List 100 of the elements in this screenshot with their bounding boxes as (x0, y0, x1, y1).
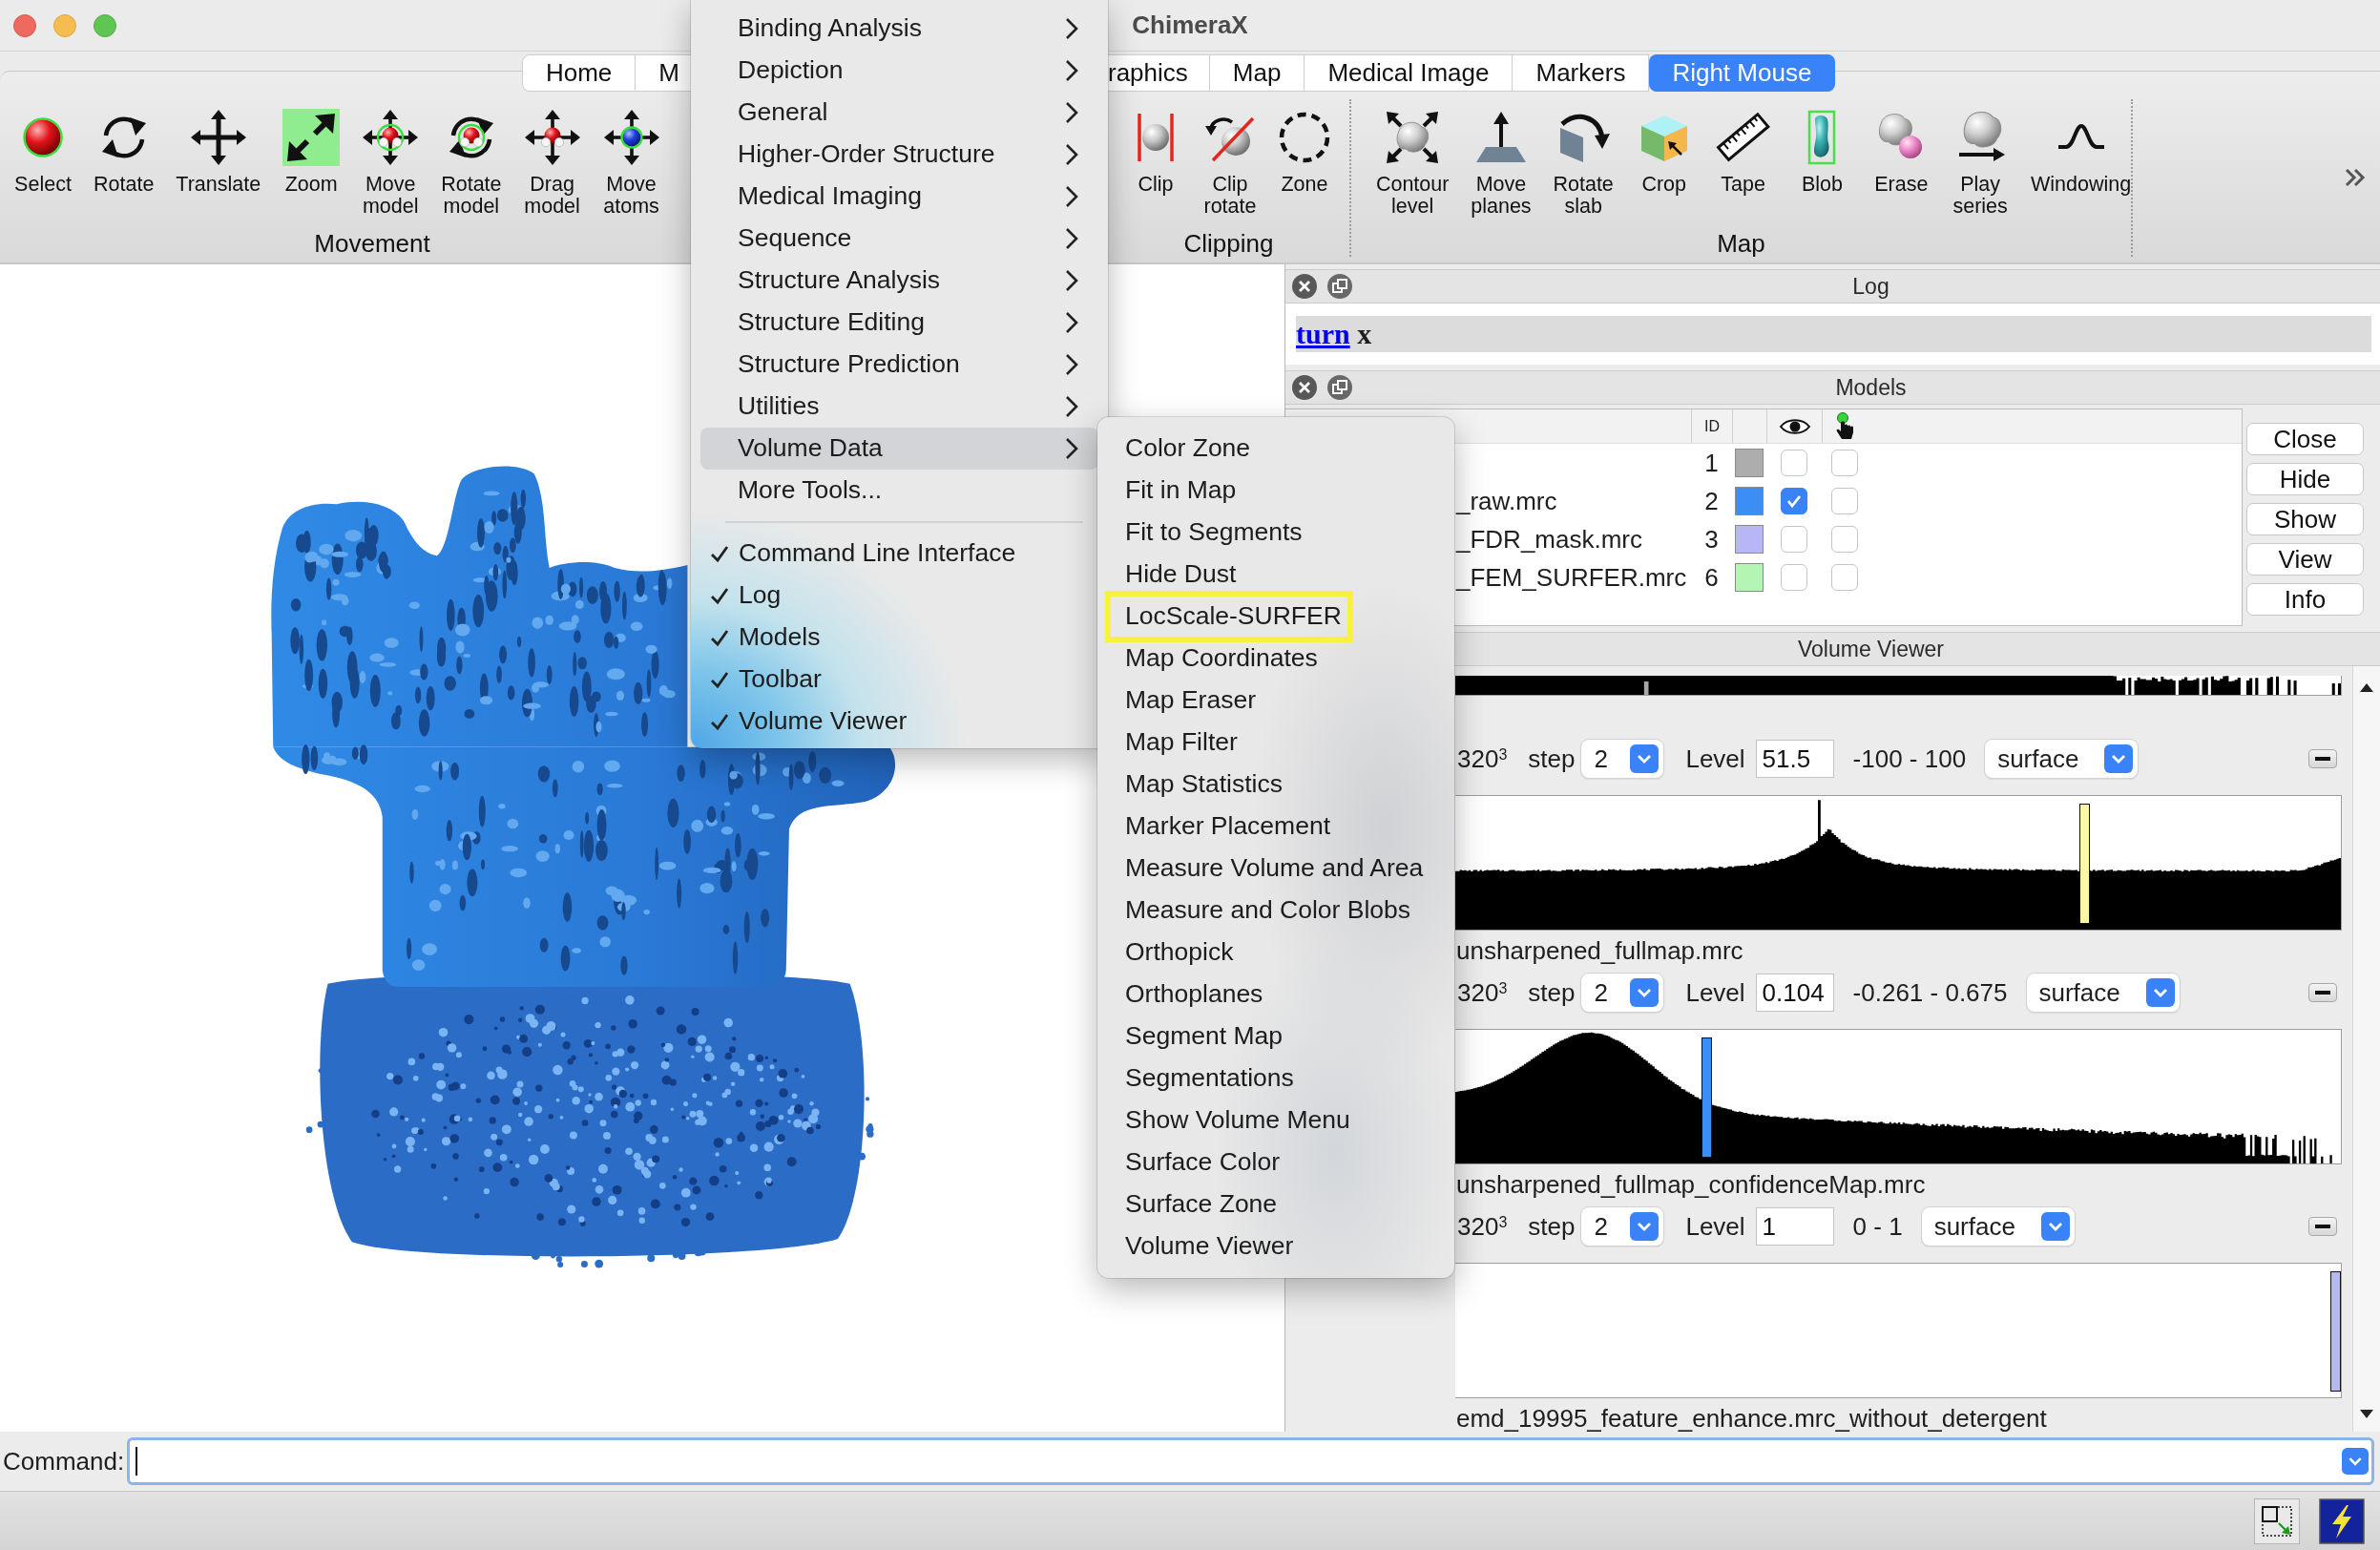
color-swatch-icon[interactable] (1735, 487, 1764, 515)
collapse-button[interactable] (2308, 1217, 2337, 1236)
toolbar-button[interactable]: Zoom (282, 92, 341, 196)
toolbar-button[interactable]: Rotate model (441, 92, 502, 218)
menu-item[interactable]: Map Statistics (1105, 764, 1296, 806)
command-link[interactable]: turn (1296, 318, 1350, 349)
level-field[interactable]: 51.5 (1755, 740, 1834, 778)
menu-item[interactable]: Show Volume Menu (1105, 1100, 1364, 1142)
triangle-down-icon[interactable] (2360, 1410, 2373, 1418)
toolbar-button[interactable]: Tape (1714, 92, 1772, 196)
menu-item[interactable]: Map Eraser (1105, 680, 1269, 722)
step-dropdown[interactable]: 2 (1581, 1207, 1664, 1246)
checkbox[interactable] (1781, 488, 1807, 514)
menu-item[interactable]: Map Filter (1105, 722, 1251, 764)
close-icon[interactable] (1291, 374, 1318, 401)
menu-item[interactable]: Log (700, 575, 1098, 617)
toolbar-button[interactable]: Move planes (1471, 92, 1532, 218)
color-swatch-icon[interactable] (1735, 563, 1764, 592)
collapse-button[interactable] (2308, 749, 2337, 768)
menu-item[interactable]: Orthoplanes (1105, 974, 1277, 1016)
ribbon-tab[interactable]: Right Mouse (1649, 54, 1836, 92)
toolbar-button[interactable]: Blob (1793, 92, 1851, 196)
model-action-button[interactable]: Close (2246, 423, 2364, 455)
level-field[interactable]: 0.104 (1755, 974, 1834, 1012)
checkbox[interactable] (1831, 488, 1858, 514)
ribbon-tab[interactable]: raphics (1108, 54, 1210, 92)
triangle-up-icon[interactable] (2360, 683, 2373, 692)
toolbar-button[interactable]: Contour level (1376, 92, 1450, 218)
menu-item[interactable]: Command Line Interface (700, 533, 1098, 575)
checkbox[interactable] (1831, 564, 1858, 591)
ribbon-tab[interactable]: M (636, 54, 691, 92)
step-dropdown[interactable]: 2 (1581, 740, 1664, 778)
overlapping-squares-icon[interactable] (1326, 273, 1353, 300)
menu-item[interactable]: Models (700, 617, 1098, 659)
model-action-button[interactable]: Hide (2246, 463, 2364, 495)
threshold-marker[interactable] (2078, 804, 2090, 925)
toolbar-button[interactable]: Zone (1276, 92, 1333, 196)
step-dropdown[interactable]: 2 (1581, 974, 1664, 1012)
menu-item[interactable]: Marker Placement (1105, 806, 1344, 848)
ribbon-tab[interactable]: Markers (1513, 54, 1650, 92)
model-action-button[interactable]: View (2246, 543, 2364, 576)
lightning-icon[interactable] (2319, 1498, 2365, 1544)
color-swatch-icon[interactable] (1735, 525, 1764, 554)
menu-item[interactable]: Fit in Map (1105, 470, 1250, 512)
menu-item[interactable]: Volume Viewer (700, 701, 1098, 743)
level-field[interactable]: 1 (1755, 1207, 1834, 1246)
menu-item[interactable]: Segment Map (1105, 1016, 1296, 1058)
color-swatch-icon[interactable] (1735, 449, 1764, 477)
checkbox[interactable] (1781, 450, 1807, 476)
checkbox[interactable] (1781, 564, 1807, 591)
menu-item[interactable]: Measure and Color Blobs (1105, 890, 1425, 932)
ribbon-tab[interactable]: Medical Image (1305, 54, 1514, 92)
toolbar-button[interactable]: Rotate (94, 92, 155, 196)
menu-item[interactable]: Structure Prediction (700, 344, 1098, 386)
style-dropdown[interactable]: surface (2026, 974, 2180, 1012)
menu-item[interactable]: Structure Analysis (700, 260, 1098, 302)
menu-item[interactable]: Surface Zone (1105, 1183, 1291, 1225)
toolbar-button[interactable]: Drag model (523, 92, 581, 218)
ribbon-tab[interactable]: Home (521, 54, 637, 92)
toolbar-button[interactable]: Clip (1127, 92, 1184, 196)
checkbox[interactable] (1831, 450, 1858, 476)
menu-item[interactable]: Sequence (700, 218, 1098, 260)
checkbox[interactable] (1831, 526, 1858, 553)
menu-item[interactable]: More Tools... (700, 470, 1098, 512)
menu-item[interactable]: Color Zone (1105, 428, 1264, 470)
menu-item[interactable]: Segmentations (1105, 1058, 1307, 1100)
toolbar-button[interactable]: Clip rotate (1201, 92, 1259, 218)
toolbar-button[interactable]: Crop (1635, 92, 1693, 196)
menu-item[interactable]: Toolbar (700, 659, 1098, 701)
menu-item[interactable]: LocScale-SURFER (1105, 591, 1353, 642)
menu-item[interactable]: Orthopick (1105, 932, 1247, 974)
fullscreen-window-button[interactable] (94, 13, 116, 37)
toolbar-button[interactable]: Play series (1952, 92, 2010, 218)
menu-item[interactable]: Fit to Segments (1105, 512, 1316, 554)
overlapping-squares-icon[interactable] (1326, 374, 1353, 401)
toolbar-button[interactable]: Rotate slab (1553, 92, 1614, 218)
collapse-button[interactable] (2308, 983, 2337, 1002)
menu-item[interactable]: Higher-Order Structure (700, 134, 1098, 176)
model-action-button[interactable]: Info (2246, 583, 2364, 616)
menu-item[interactable]: Binding Analysis (700, 8, 1098, 50)
double-chevron-icon[interactable] (2344, 167, 2367, 187)
toolbar-button[interactable]: Translate (176, 92, 261, 196)
close-icon[interactable] (1291, 273, 1318, 300)
style-dropdown[interactable]: surface (1985, 740, 2139, 778)
checkbox[interactable] (1781, 526, 1807, 553)
menu-item[interactable]: Measure Volume and Area (1105, 848, 1437, 890)
close-window-button[interactable] (13, 13, 36, 37)
menu-item[interactable]: Medical Imaging (700, 176, 1098, 218)
toolbar-button[interactable]: Erase (1872, 92, 1931, 196)
scrollbar[interactable] (2352, 666, 2380, 1432)
ribbon-tab[interactable]: Map (1209, 54, 1305, 92)
menu-item[interactable]: Structure Editing (700, 302, 1098, 344)
style-dropdown[interactable]: surface (1921, 1207, 2075, 1246)
model-action-button[interactable]: Show (2246, 503, 2364, 535)
toolbar-button[interactable]: Move model (362, 92, 420, 218)
chevron-down-icon[interactable] (2342, 1448, 2369, 1475)
menu-item[interactable]: General (700, 92, 1098, 134)
command-field[interactable] (127, 1437, 2374, 1485)
menu-item[interactable]: Utilities (700, 386, 1098, 428)
menu-item[interactable]: Volume Viewer (1105, 1225, 1307, 1267)
